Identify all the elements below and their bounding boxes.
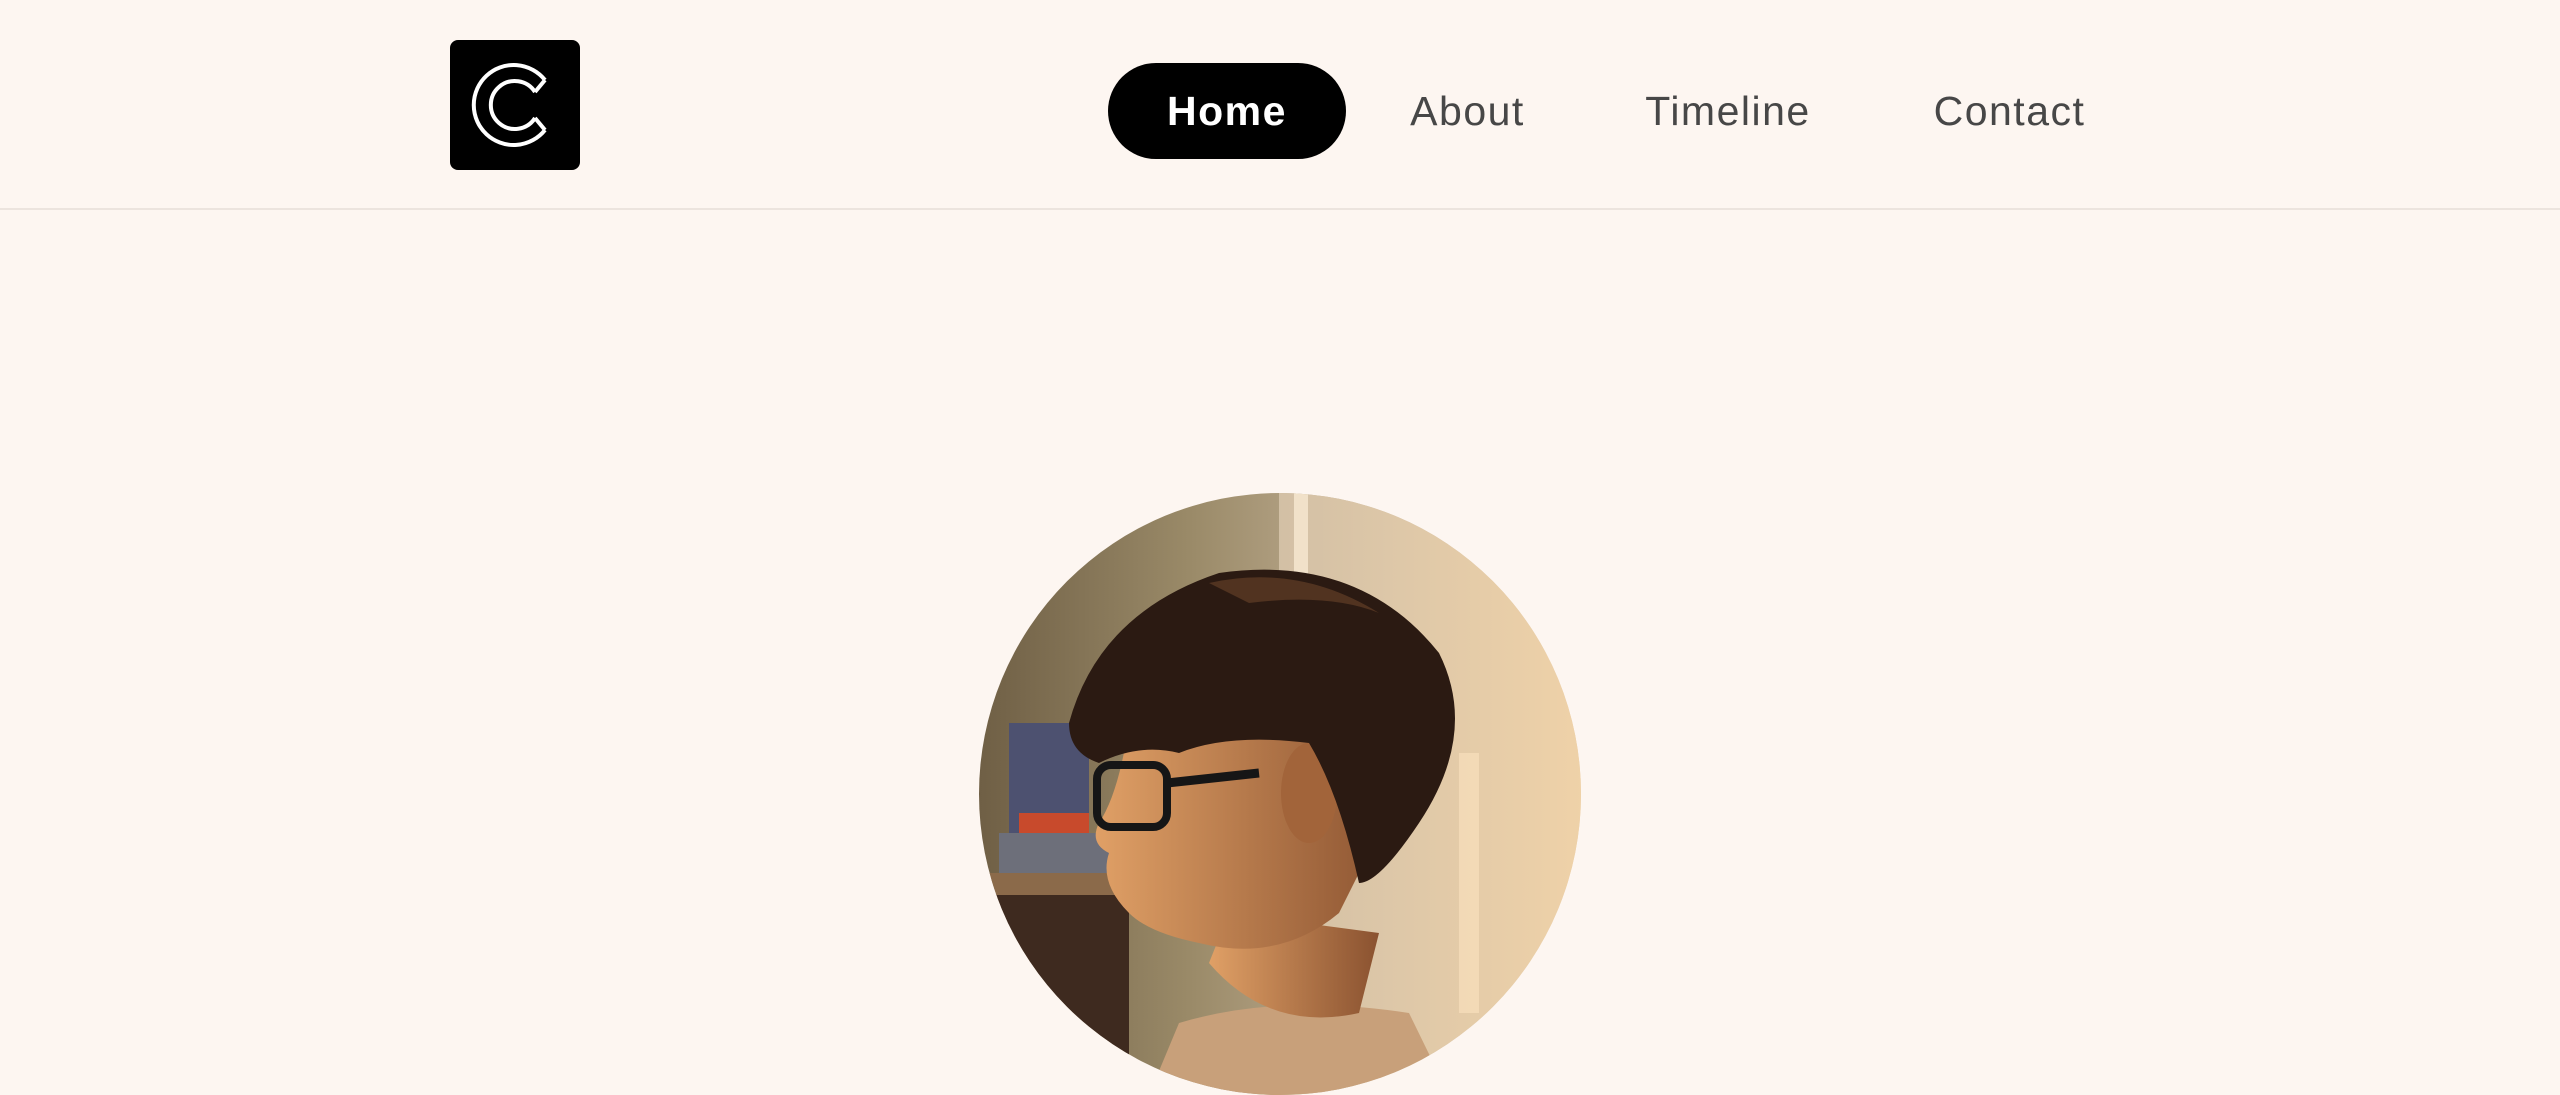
site-logo[interactable] <box>450 40 580 170</box>
main-nav: Home About Timeline Contact <box>1108 63 2088 159</box>
nav-about[interactable]: About <box>1409 63 1526 159</box>
nav-home[interactable]: Home <box>1108 63 1346 159</box>
site-header: Home About Timeline Contact <box>0 0 2560 210</box>
c-logo-icon <box>471 63 547 147</box>
nav-timeline[interactable]: Timeline <box>1645 63 1809 159</box>
nav-contact[interactable]: Contact <box>1931 63 2088 159</box>
profile-photo <box>979 493 1581 1095</box>
